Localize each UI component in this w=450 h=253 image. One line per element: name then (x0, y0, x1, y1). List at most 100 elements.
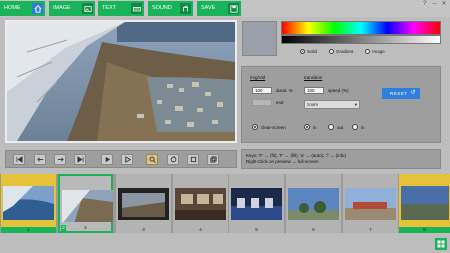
filmstrip: 1 2 2 3 4 5 6 7 8 (0, 174, 450, 233)
main-preview[interactable] (5, 20, 237, 143)
last-button[interactable] (74, 154, 86, 165)
speed-label: speed (%) (328, 88, 349, 93)
help-button[interactable]: ? (421, 1, 429, 7)
direction-out-label: out (337, 125, 344, 130)
transition-select[interactable]: zoom ▾ (304, 100, 360, 109)
home-icon (32, 3, 43, 14)
end-label: end (276, 100, 284, 105)
prev-button[interactable] (34, 154, 46, 165)
color-preview-swatch[interactable] (242, 21, 277, 56)
skip-last-icon (77, 156, 83, 163)
minimize-button[interactable]: – (430, 1, 438, 7)
radio-gradient-label: Gradient (336, 49, 354, 54)
top-toolbar: HOME IMAGE TEXT SOUND SAVE ? – ✕ (0, 0, 450, 17)
selected-badge: 2 (61, 225, 66, 231)
sound-icon (180, 3, 191, 14)
radio-dot (365, 49, 371, 54)
frame-thumbnail (62, 190, 113, 222)
direction-in-radio[interactable] (304, 124, 310, 130)
settings-panel: Img/Vid transition 100 durat. % 100 spee… (241, 66, 441, 143)
image-icon (82, 3, 93, 14)
frame-thumbnail (175, 188, 226, 220)
end-input[interactable] (252, 99, 272, 106)
stop-button[interactable] (187, 154, 199, 165)
transition-select-value: zoom (307, 102, 319, 107)
copy-icon (209, 156, 217, 163)
stop-icon (190, 156, 196, 163)
grayscale-picker[interactable] (281, 35, 441, 44)
radio-solid-label: Solid (307, 49, 318, 54)
frame-thumbnail (288, 188, 339, 220)
toolbar-separator (46, 1, 47, 16)
play-button[interactable] (101, 154, 113, 165)
duration-input[interactable]: 100 (252, 87, 272, 94)
frame-thumbnail (231, 188, 282, 220)
chevron-down-icon: ▾ (354, 102, 357, 107)
sound-button[interactable]: SOUND (148, 1, 193, 16)
save-button[interactable]: SAVE (197, 1, 241, 16)
radio-solid[interactable]: Solid (300, 49, 317, 54)
film-frame[interactable]: 5 (229, 174, 284, 233)
film-frame[interactable]: 4 (173, 174, 228, 233)
play-outline-button[interactable] (121, 154, 133, 165)
clear-screen-checkbox[interactable] (252, 124, 258, 130)
radio-gradient[interactable]: Gradient (329, 49, 353, 54)
keys-help: Keys: 'F' → (fit), 'F' → (fill), 'a' → (… (241, 149, 441, 169)
direction-out-radio[interactable] (328, 124, 334, 130)
first-button[interactable] (13, 154, 25, 165)
play-outline-icon (124, 156, 131, 163)
next-button[interactable] (54, 154, 66, 165)
frame-thumbnail (401, 186, 449, 220)
text-label: TEXT (102, 5, 117, 11)
film-frame[interactable]: 3 (116, 174, 171, 233)
text-button[interactable]: TEXT (98, 1, 144, 16)
film-frame[interactable]: 7 (343, 174, 398, 233)
direction-in2-radio[interactable] (352, 124, 358, 130)
speed-input[interactable]: 100 (304, 87, 324, 94)
reset-button[interactable]: RESET ↺ (382, 88, 420, 99)
img-vid-label: Img/Vid (250, 75, 266, 80)
grid-icon (437, 240, 445, 248)
radio-dot (300, 49, 305, 54)
radio-image[interactable]: Image (365, 49, 385, 54)
image-label: IMAGE (53, 5, 71, 11)
keyboard-icon (131, 3, 142, 14)
grid-view-button[interactable] (435, 238, 447, 250)
rotate-icon (170, 156, 176, 163)
playback-controls (5, 150, 237, 168)
transition-label: transition (304, 75, 323, 80)
zoom-icon (149, 156, 156, 163)
frame-thumbnail (3, 186, 54, 220)
film-frame-selected[interactable]: 2 2 (58, 174, 113, 233)
rotate-button[interactable] (167, 154, 179, 165)
arrow-left-icon (36, 157, 43, 162)
skip-first-icon (16, 156, 22, 163)
home-label: HOME (4, 5, 21, 11)
color-spectrum-picker[interactable] (281, 21, 441, 35)
zoom-button[interactable] (146, 154, 158, 165)
keys-help-line2: Right-Click on preview → full-screen (246, 159, 319, 164)
play-icon (105, 156, 110, 163)
clear-screen-label: clear-screen (261, 125, 286, 130)
close-button[interactable]: ✕ (440, 0, 448, 7)
radio-image-label: Image (372, 49, 385, 54)
copy-button[interactable] (207, 154, 219, 165)
save-label: SAVE (201, 5, 216, 11)
background-type-options: Solid Gradient Image (300, 49, 385, 54)
frame-thumbnail (345, 188, 396, 220)
film-frame[interactable]: 1 (1, 174, 56, 233)
window-controls: ? – ✕ (421, 0, 448, 7)
frame-number: 2 (84, 225, 87, 230)
undo-icon: ↺ (410, 90, 416, 96)
duration-label: durat. % (276, 88, 293, 93)
direction-in2-label: in (361, 125, 365, 130)
preview-image (7, 22, 235, 141)
film-frame[interactable]: 6 (286, 174, 341, 233)
save-icon (228, 3, 239, 14)
sound-label: SOUND (152, 5, 172, 11)
home-button[interactable]: HOME (0, 1, 45, 16)
image-button[interactable]: IMAGE (49, 1, 95, 16)
bottom-bar (0, 233, 450, 253)
direction-in-label: in (313, 125, 317, 130)
film-frame[interactable]: 8 (399, 174, 450, 233)
